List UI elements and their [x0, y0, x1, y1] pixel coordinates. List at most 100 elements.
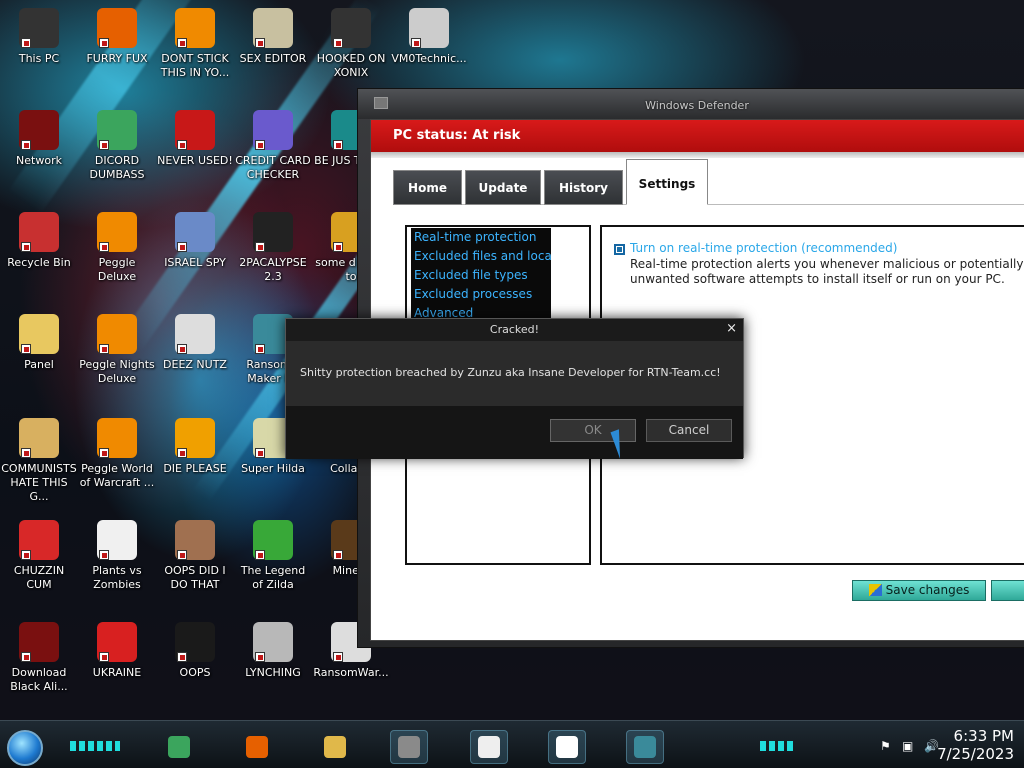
- desktop-icon-label: DICORD DUMBASS: [89, 154, 145, 181]
- shortcut-arrow-icon: [333, 38, 343, 48]
- shortcut-arrow-icon: [255, 652, 265, 662]
- dialog-titlebar[interactable]: Cracked! ×: [286, 319, 743, 341]
- window-app-icon[interactable]: [626, 730, 664, 764]
- tab-update[interactable]: Update: [465, 170, 541, 205]
- pixel-character-icon[interactable]: [470, 730, 508, 764]
- desktop-icon-label: NEVER USED!: [157, 154, 233, 167]
- shortcut-arrow-icon: [177, 550, 187, 560]
- desktop-icon[interactable]: CHUZZIN CUM: [0, 520, 78, 592]
- nav-excluded-files[interactable]: Excluded files and locat...: [411, 247, 551, 266]
- flag-icon[interactable]: ⚑: [880, 740, 894, 752]
- desktop-icon[interactable]: DIE PLEASE: [156, 418, 234, 476]
- desktop-icon-label: Recycle Bin: [7, 256, 71, 269]
- desktop-icon[interactable]: 2PACALYPSE 2.3: [234, 212, 312, 284]
- desktop-icon[interactable]: SEX EDITOR: [234, 8, 312, 66]
- nav-realtime-protection[interactable]: Real-time protection: [411, 228, 551, 247]
- file-explorer-icon[interactable]: [316, 730, 354, 764]
- shortcut-arrow-icon: [333, 140, 343, 150]
- cancel-button[interactable]: Cancel: [646, 419, 732, 442]
- desktop-icon[interactable]: OOPS DID I DO THAT: [156, 520, 234, 592]
- tab-bar: Home Update History Settings: [393, 159, 1024, 205]
- spy-app-icon: [175, 212, 215, 252]
- desktop-icon-label: Network: [16, 154, 62, 167]
- save-changes-button[interactable]: Save changes: [852, 580, 986, 601]
- realtime-protection-label[interactable]: Turn on real-time protection (recommende…: [630, 241, 897, 255]
- desktop-icon[interactable]: ISRAEL SPY: [156, 212, 234, 270]
- desktop-icon[interactable]: FURRY FUX: [78, 8, 156, 66]
- money-bag-icon: [19, 418, 59, 458]
- cancel-changes-button[interactable]: [991, 580, 1024, 601]
- realtime-protection-checkbox[interactable]: [614, 244, 625, 255]
- desktop-icon[interactable]: DICORD DUMBASS: [78, 110, 156, 182]
- desktop-icon[interactable]: Panel: [0, 314, 78, 372]
- ok-button[interactable]: OK: [550, 419, 636, 442]
- chuzzle-icon: [19, 520, 59, 560]
- desktop-icon-label: CHUZZIN CUM: [13, 564, 65, 591]
- discord-icon[interactable]: [160, 730, 198, 764]
- shortcut-arrow-icon: [21, 344, 31, 354]
- red-orb-icon: [19, 622, 59, 662]
- nav-excluded-file-types[interactable]: Excluded file types: [411, 266, 551, 285]
- shortcut-arrow-icon: [177, 242, 187, 252]
- desktop-icon-label: Plants vs Zombies: [92, 564, 142, 591]
- taskbar-app-glyph: [398, 736, 420, 758]
- devcpp-icon: [175, 110, 215, 150]
- desktop-icon[interactable]: Peggle Nights Deluxe: [78, 314, 156, 386]
- volume-icon[interactable]: 🔊: [924, 740, 939, 752]
- shortcut-arrow-icon: [177, 38, 187, 48]
- window-titlebar[interactable]: Windows Defender: [358, 89, 1024, 119]
- firefox-icon[interactable]: [238, 730, 276, 764]
- window-title: Windows Defender: [645, 99, 749, 112]
- desktop-icon[interactable]: UKRAINE: [78, 622, 156, 680]
- desktop-icon[interactable]: This PC: [0, 8, 78, 66]
- console-icon: [253, 212, 293, 252]
- desktop-icon-label: Download Black Ali...: [10, 666, 68, 693]
- start-orb-button[interactable]: [7, 730, 43, 766]
- brick-wall-icon[interactable]: [390, 730, 428, 764]
- shortcut-arrow-icon: [255, 38, 265, 48]
- dialog-body: Shitty protection breached by Zunzu aka …: [286, 341, 743, 406]
- nav-excluded-processes[interactable]: Excluded processes: [411, 285, 551, 304]
- tab-home[interactable]: Home: [393, 170, 462, 205]
- oops-app-icon: [175, 622, 215, 662]
- shortcut-arrow-icon: [255, 140, 265, 150]
- desktop-icon[interactable]: OOPS: [156, 622, 234, 680]
- xonix-icon[interactable]: [548, 730, 586, 764]
- desktop-icon[interactable]: DEEZ NUTZ: [156, 314, 234, 372]
- desktop-icon[interactable]: HOOKED ON XONIX: [312, 8, 390, 80]
- desktop-icon[interactable]: COMMUNISTS HATE THIS G...: [0, 418, 78, 504]
- desktop-icon[interactable]: LYNCHING: [234, 622, 312, 680]
- desktop-icon[interactable]: Recycle Bin: [0, 212, 78, 270]
- close-icon[interactable]: ×: [726, 322, 737, 336]
- pc-status-bar: PC status: At risk: [371, 120, 1024, 158]
- desktop-icon-label: COMMUNISTS HATE THIS G...: [1, 462, 77, 503]
- computer-icon: [19, 8, 59, 48]
- tab-history[interactable]: History: [544, 170, 623, 205]
- desktop-icon[interactable]: Peggle World of Warcraft ...: [78, 418, 156, 490]
- desktop-icon[interactable]: Network: [0, 110, 78, 168]
- desktop-icon[interactable]: Peggle Deluxe: [78, 212, 156, 284]
- desktop-icon[interactable]: CREDIT CARD CHECKER: [234, 110, 312, 182]
- pc-status-text: PC status: At risk: [393, 128, 521, 143]
- network-icon[interactable]: ▣: [902, 740, 916, 752]
- desktop-icon[interactable]: DONT STICK THIS IN YO...: [156, 8, 234, 80]
- peggle-nights-icon: [97, 314, 137, 354]
- star-butterfly-icon: [19, 314, 59, 354]
- desktop-icon-label: RansomWar...: [313, 666, 389, 679]
- doctor-icon: [409, 8, 449, 48]
- desktop-icon[interactable]: VM0Technic...: [390, 8, 468, 66]
- desktop-icon[interactable]: Download Black Ali...: [0, 622, 78, 694]
- windows-stack-icon: [175, 314, 215, 354]
- desktop-icon-label: DEEZ NUTZ: [163, 358, 227, 371]
- save-changes-label: Save changes: [885, 583, 970, 597]
- tab-settings[interactable]: Settings: [626, 159, 708, 205]
- desktop-icon[interactable]: Plants vs Zombies: [78, 520, 156, 592]
- desktop-icon[interactable]: The Legend of Zilda: [234, 520, 312, 592]
- shortcut-arrow-icon: [21, 242, 31, 252]
- desktop-icon[interactable]: NEVER USED!: [156, 110, 234, 168]
- clock[interactable]: 6:33 PM 7/25/2023: [937, 727, 1014, 763]
- defender-castle-icon: [374, 97, 388, 109]
- taskbar-decoration: [70, 741, 120, 751]
- shortcut-arrow-icon: [21, 38, 31, 48]
- desktop-icon-label: UKRAINE: [92, 666, 142, 679]
